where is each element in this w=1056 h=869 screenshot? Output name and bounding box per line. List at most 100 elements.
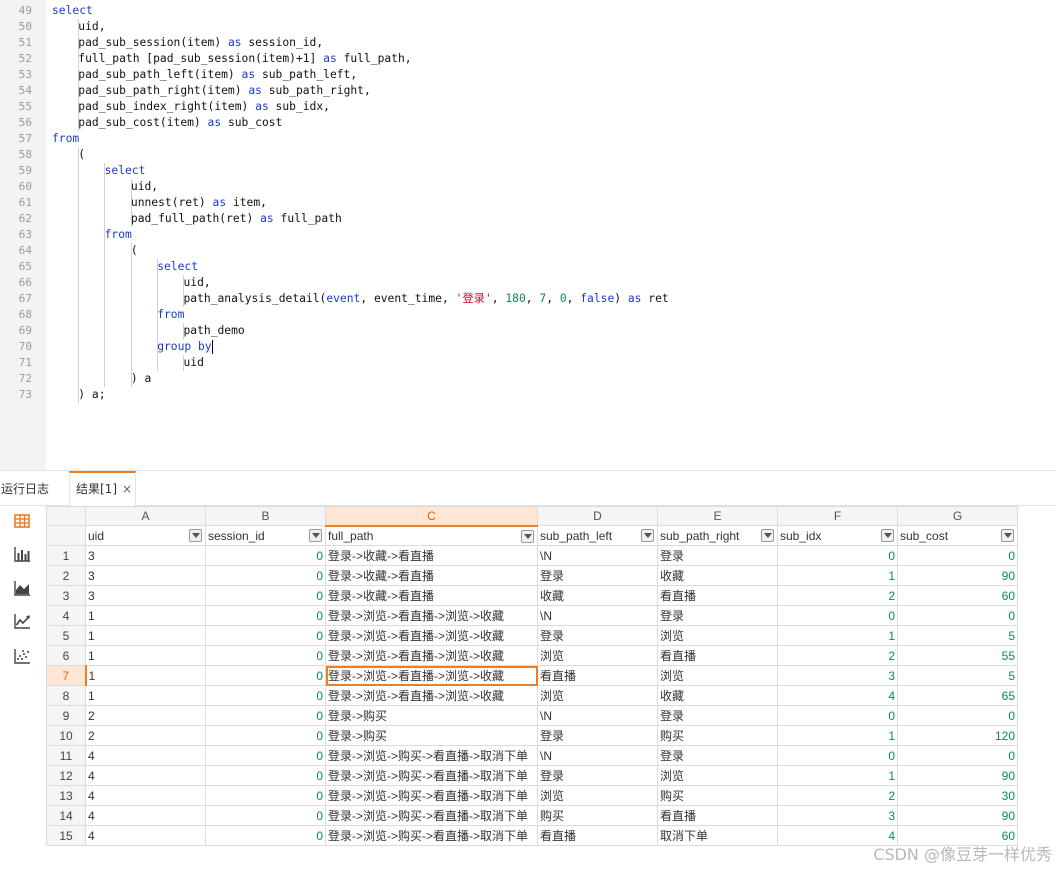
cell-sub-cost[interactable]: 55 [897, 645, 1018, 666]
cell-sub-cost[interactable]: 90 [897, 805, 1018, 826]
cell-full-path[interactable]: 登录->购买 [325, 725, 538, 746]
cell-sub-path-right[interactable]: 浏览 [657, 665, 778, 686]
cell-full-path[interactable]: 登录->浏览->看直播->浏览->收藏 [325, 665, 538, 686]
cell-sub-cost[interactable]: 120 [897, 725, 1018, 746]
cell-sub-idx[interactable]: 2 [777, 785, 898, 806]
cell-sub-idx[interactable]: 1 [777, 725, 898, 746]
cell-uid[interactable]: 1 [85, 665, 206, 686]
cell-sub-cost[interactable]: 90 [897, 765, 1018, 786]
cell-uid[interactable]: 1 [85, 625, 206, 646]
cell-sub-path-right[interactable]: 购买 [657, 785, 778, 806]
code-line[interactable]: pad_sub_path_left(item) as sub_path_left… [52, 67, 669, 83]
cell-uid[interactable]: 1 [85, 685, 206, 706]
row-number[interactable]: 15 [46, 825, 86, 846]
column-header-full-path[interactable]: full_path [325, 525, 538, 546]
cell-sub-idx[interactable]: 0 [777, 705, 898, 726]
sql-editor[interactable]: 49 50 51 52 53 54 55 56 57 58 59 60 61 62 63 64 65 66 67 68… [0, 0, 1056, 470]
scatter-chart-icon[interactable] [13, 647, 33, 667]
cell-session-id[interactable]: 0 [205, 765, 326, 786]
cell-sub-cost[interactable]: 30 [897, 785, 1018, 806]
row-number[interactable]: 7 [46, 665, 87, 686]
row-number[interactable]: 14 [46, 805, 86, 826]
corner-cell[interactable] [46, 506, 86, 526]
cell-sub-idx[interactable]: 1 [777, 765, 898, 786]
code-line[interactable]: uid, [52, 19, 669, 35]
code-line[interactable]: pad_full_path(ret) as full_path [52, 211, 669, 227]
code-line[interactable]: select [52, 3, 669, 19]
cell-sub-path-left[interactable]: 浏览 [537, 685, 658, 706]
column-header-sub-path-left[interactable]: sub_path_left [537, 525, 658, 546]
cell-sub-idx[interactable]: 2 [777, 585, 898, 606]
cell-sub-path-left[interactable]: \N [537, 605, 658, 626]
cell-sub-cost[interactable]: 0 [897, 545, 1018, 566]
cell-sub-idx[interactable]: 2 [777, 645, 898, 666]
cell-sub-path-right[interactable]: 登录 [657, 705, 778, 726]
row-number[interactable]: 11 [46, 745, 86, 766]
row-number[interactable]: 2 [46, 565, 86, 586]
column-letter-d[interactable]: D [537, 506, 658, 526]
cell-uid[interactable]: 1 [85, 605, 206, 626]
cell-session-id[interactable]: 0 [205, 825, 326, 846]
cell-sub-path-left[interactable]: \N [537, 745, 658, 766]
cell-full-path[interactable]: 登录->购买 [325, 705, 538, 726]
cell-session-id[interactable]: 0 [205, 725, 326, 746]
filter-dropdown-icon[interactable] [521, 529, 534, 543]
column-header-sub-path-right[interactable]: sub_path_right [657, 525, 778, 546]
code-area[interactable]: select uid, pad_sub_session(item) as sessi… [52, 3, 669, 403]
cell-sub-cost[interactable]: 0 [897, 605, 1018, 626]
cell-full-path[interactable]: 登录->收藏->看直播 [325, 565, 538, 586]
row-number[interactable]: 4 [46, 605, 86, 626]
cell-uid[interactable]: 3 [85, 565, 206, 586]
filter-dropdown-icon[interactable] [641, 529, 654, 542]
cell-sub-path-right[interactable]: 看直播 [657, 805, 778, 826]
code-line[interactable]: pad_sub_path_right(item) as sub_path_rig… [52, 83, 669, 99]
cell-sub-cost[interactable]: 5 [897, 665, 1018, 686]
column-letter-b[interactable]: B [205, 506, 326, 526]
code-line[interactable]: pad_sub_session(item) as session_id, [52, 35, 669, 51]
cell-sub-path-left[interactable]: 购买 [537, 805, 658, 826]
column-letter-a[interactable]: A [85, 506, 206, 526]
cell-full-path[interactable]: 登录->浏览->购买->看直播->取消下单 [325, 805, 538, 826]
cell-uid[interactable]: 4 [85, 825, 206, 846]
cell-sub-path-left[interactable]: 浏览 [537, 645, 658, 666]
code-line[interactable]: ( [52, 147, 669, 163]
cell-uid[interactable]: 1 [85, 645, 206, 666]
code-line[interactable]: from [52, 307, 669, 323]
cell-session-id[interactable]: 0 [205, 565, 326, 586]
code-line[interactable]: unnest(ret) as item, [52, 195, 669, 211]
row-number[interactable]: 5 [46, 625, 86, 646]
column-header-sub-idx[interactable]: sub_idx [777, 525, 898, 546]
code-line[interactable]: group by [52, 339, 669, 355]
cell-sub-cost[interactable]: 5 [897, 625, 1018, 646]
cell-sub-path-left[interactable]: 看直播 [537, 825, 658, 846]
code-line[interactable]: uid [52, 355, 669, 371]
cell-sub-path-right[interactable]: 登录 [657, 745, 778, 766]
cell-uid[interactable]: 4 [85, 765, 206, 786]
cell-session-id[interactable]: 0 [205, 545, 326, 566]
filter-dropdown-icon[interactable] [881, 529, 894, 542]
cell-session-id[interactable]: 0 [205, 785, 326, 806]
row-number[interactable]: 8 [46, 685, 86, 706]
cell-session-id[interactable]: 0 [205, 625, 326, 646]
cell-session-id[interactable]: 0 [205, 745, 326, 766]
code-line[interactable]: uid, [52, 275, 669, 291]
code-line[interactable]: ( [52, 243, 669, 259]
cell-sub-path-left[interactable]: 浏览 [537, 785, 658, 806]
cell-uid[interactable]: 3 [85, 545, 206, 566]
cell-uid[interactable]: 4 [85, 745, 206, 766]
code-line[interactable]: uid, [52, 179, 669, 195]
row-number[interactable]: 1 [46, 545, 86, 566]
cell-sub-path-right[interactable]: 取消下单 [657, 825, 778, 846]
cell-sub-idx[interactable]: 4 [777, 685, 898, 706]
code-line[interactable]: full_path [pad_sub_session(item)+1] as f… [52, 51, 669, 67]
cell-sub-cost[interactable]: 0 [897, 705, 1018, 726]
filter-dropdown-icon[interactable] [761, 529, 774, 542]
cell-sub-path-left[interactable]: 登录 [537, 565, 658, 586]
cell-session-id[interactable]: 0 [205, 585, 326, 606]
cell-full-path[interactable]: 登录->浏览->购买->看直播->取消下单 [325, 745, 538, 766]
column-letter-e[interactable]: E [657, 506, 778, 526]
cell-full-path[interactable]: 登录->浏览->购买->看直播->取消下单 [325, 785, 538, 806]
row-number[interactable]: 10 [46, 725, 86, 746]
cell-sub-idx[interactable]: 3 [777, 665, 898, 686]
row-number[interactable]: 9 [46, 705, 86, 726]
